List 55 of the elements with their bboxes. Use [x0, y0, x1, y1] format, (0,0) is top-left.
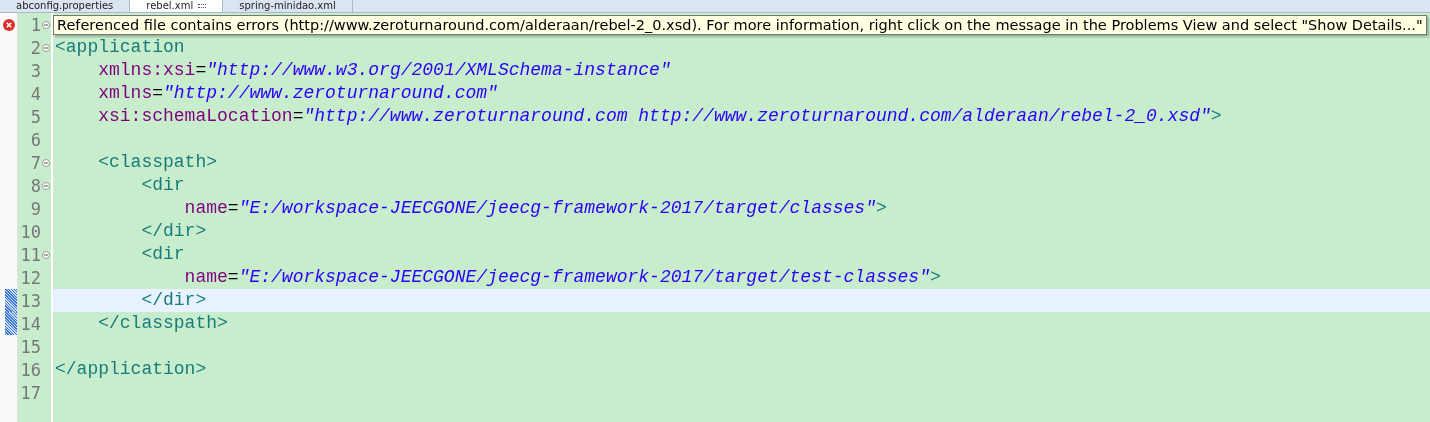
xml-tag: > — [1210, 106, 1222, 126]
xml-tag: </dir> — [55, 221, 207, 241]
editor-tab[interactable]: spring-minidao.xml — [223, 0, 353, 12]
line-number: 16 — [20, 359, 41, 380]
line-number: 11 — [20, 244, 41, 265]
code-text: = — [292, 106, 304, 126]
attribute-name: xmlns:xsi — [97, 60, 196, 80]
xml-tag: > — [929, 267, 941, 287]
error-icon[interactable] — [2, 18, 15, 31]
xml-tag: </classpath> — [55, 313, 228, 333]
attribute-value: "E:/workspace-JEECGONE/jeecg-framework-2017/target/test-classes" — [238, 267, 930, 287]
tab-label: rebel.xml — [146, 0, 194, 12]
fold-icon[interactable] — [41, 158, 50, 167]
code-text: = — [227, 267, 239, 287]
xml-tag: <classpath> — [55, 152, 218, 172]
attribute-name: xmlns — [97, 83, 153, 103]
xml-tag: </application> — [55, 359, 207, 379]
editor-tab[interactable]: rebel.xml — [130, 0, 224, 12]
xml-tag: <application — [55, 37, 185, 57]
fold-icon[interactable] — [41, 43, 50, 52]
line-number: 4 — [30, 83, 41, 104]
line-number: 7 — [30, 152, 41, 173]
xml-tag: > — [875, 198, 887, 218]
attribute-name: name — [183, 198, 228, 218]
attribute-value: "http://www.zeroturnaround.com http://www.zeroturnaround.com/alderaan/rebel-2_0.xsd" — [303, 106, 1211, 126]
tab-label: abconfig.properties — [16, 0, 114, 12]
code-text: = — [152, 83, 164, 103]
line-number: 6 — [30, 129, 41, 150]
line-number: 15 — [20, 336, 41, 357]
xml-tag: </dir> — [55, 290, 207, 310]
line-number: 5 — [30, 106, 41, 127]
tab-label: spring-minidao.xml — [239, 0, 336, 12]
line-number: 3 — [30, 60, 41, 81]
line-number: 10 — [20, 221, 41, 242]
attribute-value: "http://www.zeroturnaround.com" — [163, 83, 498, 103]
error-tooltip: Referenced file contains errors (http://www.zeroturnaround.com/alderaan/rebel-2_0.xsd). For more information, right click on the message in the Problems View and select "Show Details..." — [53, 15, 1427, 35]
fold-icon[interactable] — [41, 250, 50, 259]
line-number: 2 — [30, 37, 41, 58]
xml-tag: <dir — [55, 175, 185, 195]
attribute-name: name — [183, 267, 228, 287]
line-number: 17 — [20, 382, 41, 403]
line-number: 12 — [20, 267, 41, 288]
attribute-value: "E:/workspace-JEECGONE/jeecg-framework-2017/target/classes" — [238, 198, 876, 218]
line-number: 9 — [30, 198, 41, 219]
line-number: 1 — [30, 14, 41, 35]
code-text: = — [227, 198, 239, 218]
code-text: = — [195, 60, 207, 80]
fold-icon[interactable] — [41, 20, 50, 29]
fold-icon[interactable] — [41, 181, 50, 190]
attribute-value: "http://www.w3.org/2001/XMLSchema-instance" — [206, 60, 671, 80]
attribute-name: xsi:schemaLocation — [97, 106, 293, 126]
line-number: 14 — [20, 313, 41, 334]
xml-tag: <dir — [55, 244, 185, 264]
line-number: 8 — [30, 175, 41, 196]
line-number: 13 — [20, 290, 41, 311]
